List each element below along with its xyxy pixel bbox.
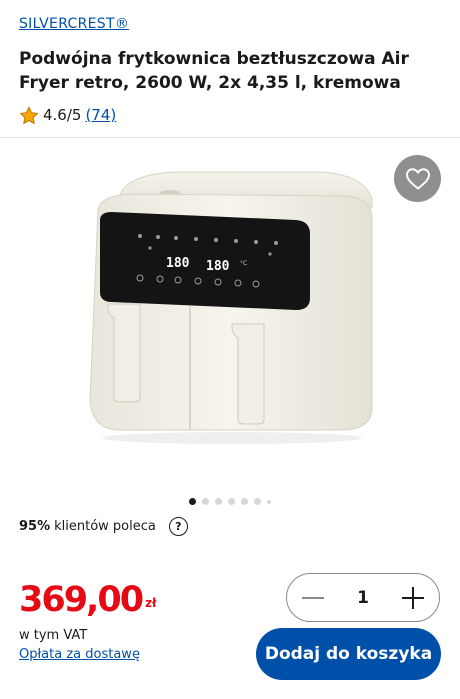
quantity-value[interactable]: 1 (357, 588, 369, 608)
price-amount: 369,00 (19, 580, 144, 620)
gallery-dot[interactable] (228, 498, 235, 505)
gallery-dot[interactable] (189, 498, 196, 505)
gallery-dot[interactable] (267, 499, 271, 504)
product-title: Podwójna frytkownica beztłuszczowa Air F… (19, 49, 409, 93)
gallery-dot[interactable] (202, 498, 209, 505)
recommend-rate: 95% klientów poleca ? (19, 515, 188, 537)
brand-link[interactable]: SILVERCREST® (19, 16, 129, 32)
air-fryer-illustration: 180 180 °C (89, 171, 373, 444)
minus-icon (302, 596, 324, 599)
heart-icon (405, 167, 430, 189)
plus-icon (402, 586, 424, 609)
add-to-cart-button[interactable]: Dodaj do koszyka (256, 628, 441, 680)
decrease-quantity-button[interactable] (299, 584, 327, 612)
display-left: 180 (166, 256, 190, 271)
product-image[interactable]: 180 180 °C (0, 138, 460, 488)
quantity-stepper: 1 (286, 573, 440, 622)
gallery-dot[interactable] (254, 498, 261, 505)
question-icon[interactable]: ? (168, 516, 188, 536)
increase-quantity-button[interactable] (399, 584, 427, 612)
gallery-dot[interactable] (215, 498, 222, 505)
rating: 4.6/5 (74) (19, 104, 116, 126)
vat-note: w tym VAT (19, 628, 88, 643)
gallery-dot[interactable] (241, 498, 248, 505)
favorite-button[interactable] (394, 155, 441, 202)
star-icon (19, 106, 39, 124)
shipping-cost-link[interactable]: Opłata za dostawę (19, 647, 140, 662)
recommend-percent: 95% (19, 518, 51, 534)
recommend-text: klientów poleca (54, 518, 156, 534)
display-unit: °C (240, 260, 247, 267)
price-currency: zł (145, 596, 157, 610)
rating-count-link[interactable]: (74) (85, 106, 116, 124)
rating-value: 4.6/5 (43, 106, 82, 124)
display-right: 180 (206, 259, 230, 274)
gallery-pagination (0, 498, 460, 505)
price: 369,00 zł (19, 578, 157, 622)
